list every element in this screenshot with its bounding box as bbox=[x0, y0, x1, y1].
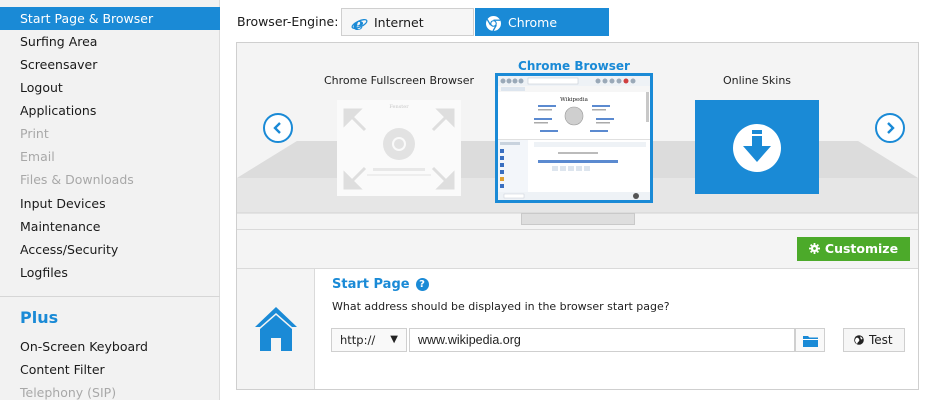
chevron-right-icon bbox=[887, 122, 895, 134]
chrome-browser-preview-image: Wikipedia bbox=[498, 76, 650, 200]
sidebar-item-applications[interactable]: Applications bbox=[0, 99, 220, 122]
test-label: Test bbox=[869, 333, 893, 347]
globe-icon bbox=[854, 329, 864, 351]
fullscreen-preview-image: Fenster bbox=[337, 100, 461, 196]
protocol-value: http:// bbox=[340, 333, 376, 347]
carousel-scrollbar[interactable] bbox=[521, 213, 635, 225]
thumbnail-left-title: Fenster bbox=[389, 104, 409, 110]
home-column bbox=[237, 269, 315, 389]
browser-settings-panel: Chrome Fullscreen Browser Chrome Browser… bbox=[236, 42, 919, 390]
customize-bar: Customize bbox=[237, 229, 918, 269]
sidebar-item-email: Email bbox=[20, 149, 55, 164]
thumbnail-chrome-browser[interactable]: Wikipedia bbox=[495, 73, 653, 203]
chrome-browser-button[interactable]: Chrome Browser bbox=[475, 8, 609, 58]
help-icon[interactable]: ? bbox=[415, 278, 429, 291]
sidebar-item-logfiles[interactable]: Logfiles bbox=[0, 261, 220, 284]
chevron-left-icon bbox=[273, 122, 281, 134]
sidebar-item-on-screen-keyboard[interactable]: On-Screen Keyboard bbox=[0, 335, 220, 358]
start-page-description: What address should be displayed in the … bbox=[332, 300, 670, 313]
sidebar-divider bbox=[0, 296, 220, 297]
carousel-prev-button[interactable] bbox=[263, 113, 293, 143]
carousel-next-button[interactable] bbox=[875, 113, 905, 143]
sidebar-item-input-devices[interactable]: Input Devices bbox=[0, 192, 220, 215]
skin-carousel: Chrome Fullscreen Browser Chrome Browser… bbox=[237, 43, 918, 229]
sidebar: Start Page & Browser Surfing Area Screen… bbox=[0, 0, 220, 400]
customize-button[interactable]: Customize bbox=[797, 237, 910, 261]
browser-engine-label: Browser-Engine: bbox=[237, 14, 339, 29]
start-page-title: Start Page? bbox=[332, 277, 429, 292]
thumbnail-online-skins[interactable] bbox=[695, 100, 819, 194]
skin-label-online-skins: Online Skins bbox=[722, 74, 792, 87]
sidebar-item-screensaver[interactable]: Screensaver bbox=[0, 53, 220, 76]
sidebar-item-access-security[interactable]: Access/Security bbox=[0, 238, 220, 261]
browse-folder-button[interactable] bbox=[795, 328, 825, 352]
home-icon bbox=[255, 307, 297, 351]
start-page-title-text: Start Page bbox=[332, 277, 410, 292]
thumbnail-center-site: Wikipedia bbox=[560, 97, 588, 103]
customize-label: Customize bbox=[824, 241, 899, 256]
sidebar-item-logout[interactable]: Logout bbox=[0, 76, 220, 99]
plus-heading: Plus bbox=[20, 308, 59, 327]
sidebar-item-content-filter[interactable]: Content Filter bbox=[0, 358, 220, 381]
download-icon bbox=[733, 124, 781, 172]
start-page-url-input[interactable] bbox=[409, 328, 795, 352]
skin-label-chrome-browser: Chrome Browser bbox=[518, 59, 630, 73]
sidebar-item-telephony-sip: Telephony (SIP) bbox=[20, 385, 117, 400]
protocol-select[interactable]: http:// ▼ bbox=[331, 328, 407, 352]
skin-label-chrome-fullscreen: Chrome Fullscreen Browser bbox=[323, 74, 475, 87]
internet-explorer-button[interactable]: e Internet Explorer bbox=[341, 8, 474, 58]
sidebar-item-start-page-browser[interactable]: Start Page & Browser bbox=[0, 7, 220, 30]
internet-explorer-icon: e bbox=[351, 14, 368, 35]
start-page-section: Start Page? What address should be displ… bbox=[237, 269, 918, 389]
gear-icon bbox=[808, 237, 820, 261]
sidebar-item-surfing-area[interactable]: Surfing Area bbox=[0, 30, 220, 53]
sidebar-item-print: Print bbox=[20, 126, 49, 141]
chrome-icon bbox=[485, 14, 502, 32]
caret-down-icon: ▼ bbox=[390, 334, 398, 345]
folder-icon bbox=[803, 336, 818, 347]
sidebar-item-maintenance[interactable]: Maintenance bbox=[0, 215, 220, 238]
thumbnail-chrome-fullscreen[interactable]: Fenster bbox=[337, 100, 461, 196]
test-button[interactable]: Test bbox=[843, 328, 905, 352]
sidebar-item-files-downloads: Files & Downloads bbox=[20, 172, 134, 187]
